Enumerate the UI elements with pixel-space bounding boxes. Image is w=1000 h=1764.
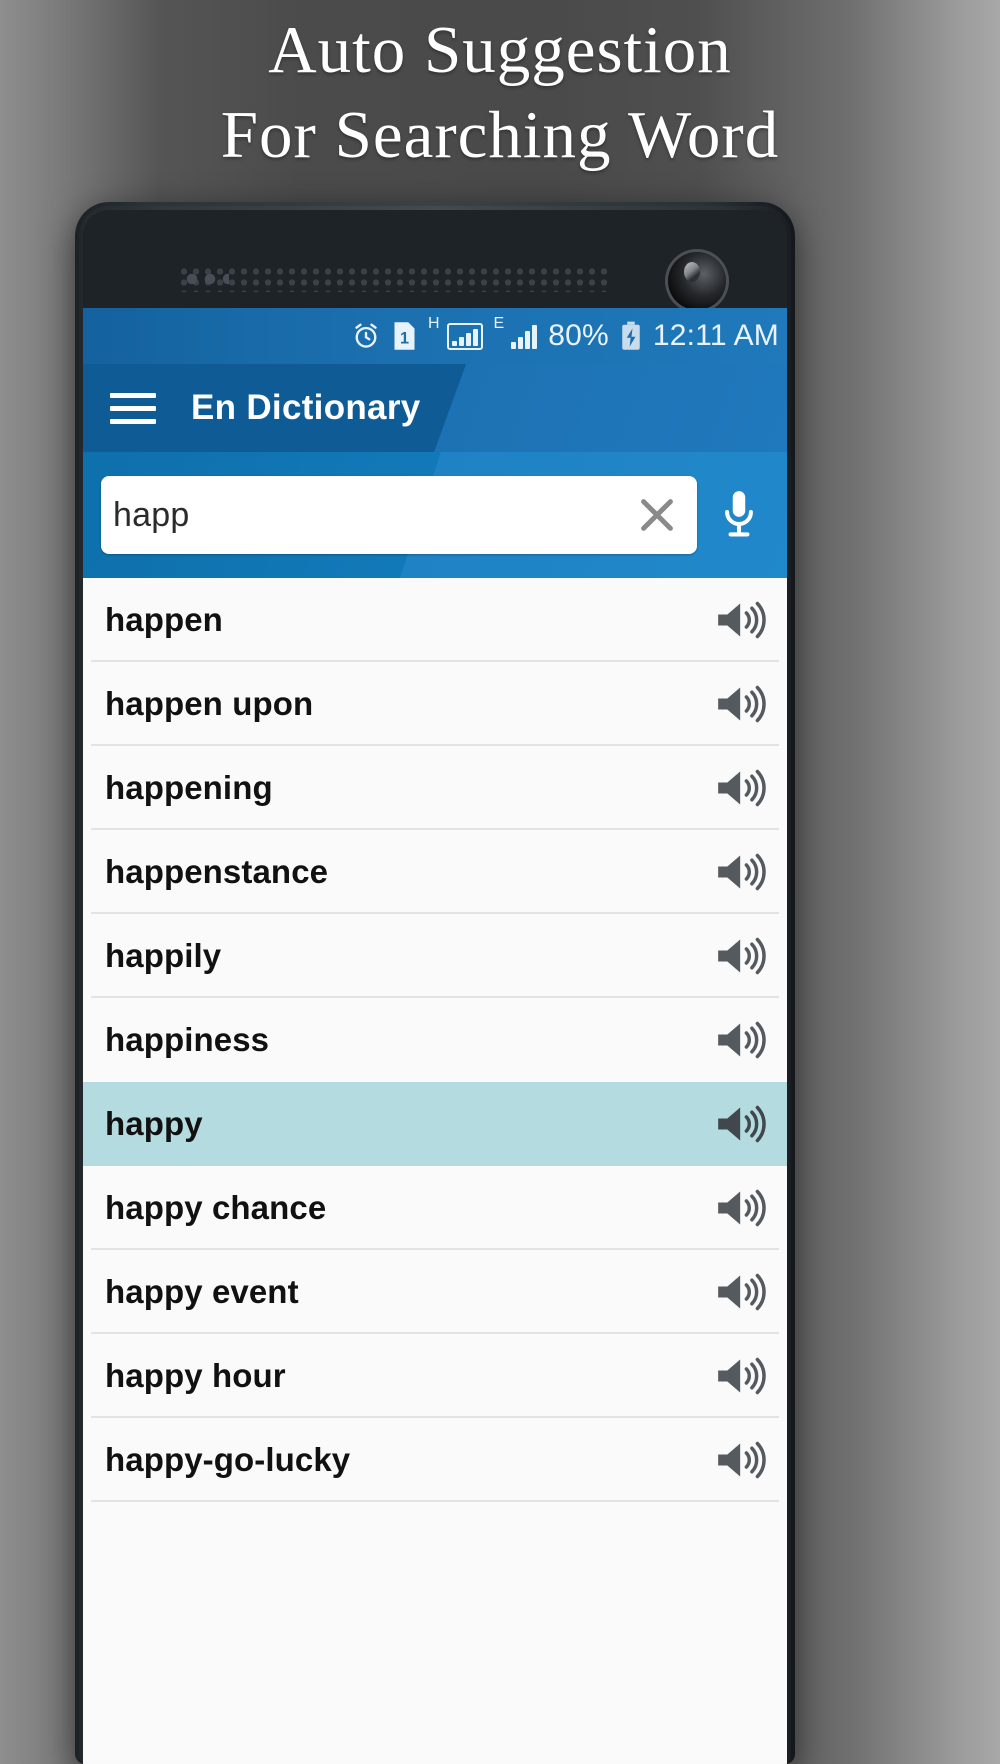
list-item[interactable]: happen [83, 578, 787, 662]
list-item[interactable]: happenstance [83, 830, 787, 914]
network-type-h-label: H [427, 315, 440, 332]
battery-percent-label: 80% [548, 319, 609, 352]
status-bar: 1 H E 80% 12:11 AM [83, 308, 787, 364]
battery-charging-icon [620, 321, 642, 351]
suggestion-list: happen happen upon happening happenstanc… [83, 578, 787, 1502]
suggestion-label: happy [105, 1105, 203, 1142]
volume-speaker-icon[interactable] [711, 681, 773, 727]
suggestion-label: happen [105, 601, 223, 638]
volume-speaker-icon[interactable] [711, 849, 773, 895]
suggestion-label: happy hour [105, 1357, 286, 1394]
signal-bars-icon [511, 323, 538, 349]
list-item-selected[interactable]: happy [83, 1082, 787, 1166]
suggestion-label: happiness [105, 1021, 270, 1058]
list-item[interactable]: happen upon [83, 662, 787, 746]
front-camera [668, 252, 726, 310]
suggestion-label: happily [105, 937, 222, 974]
volume-speaker-icon[interactable] [711, 933, 773, 979]
network-type-e-label: E [493, 315, 505, 332]
volume-speaker-icon[interactable] [711, 1017, 773, 1063]
phone-screen: 1 H E 80% 12:11 AM En Dictionary happ ha… [83, 308, 787, 1764]
app-title: En Dictionary [191, 388, 421, 427]
list-item[interactable]: happy hour [83, 1334, 787, 1418]
volume-speaker-icon[interactable] [711, 1437, 773, 1483]
list-item[interactable]: happiness [83, 998, 787, 1082]
volume-speaker-icon[interactable] [711, 1269, 773, 1315]
list-item[interactable]: happy chance [83, 1166, 787, 1250]
phone-device-mockup: 1 H E 80% 12:11 AM En Dictionary happ ha… [75, 202, 795, 1764]
volume-speaker-icon[interactable] [711, 765, 773, 811]
list-item[interactable]: happy-go-lucky [83, 1418, 787, 1502]
phone-top-bezel [83, 210, 787, 310]
suggestion-label: happening [105, 769, 273, 806]
suggestion-label: happy-go-lucky [105, 1441, 351, 1478]
sim-card-1-icon: 1 [392, 321, 417, 351]
volume-speaker-icon[interactable] [711, 1185, 773, 1231]
list-divider [91, 1500, 779, 1502]
volume-speaker-icon[interactable] [711, 1353, 773, 1399]
suggestion-label: happen upon [105, 685, 314, 722]
search-input-value: happ [113, 495, 190, 534]
earpiece-grille [178, 266, 608, 292]
microphone-icon[interactable] [697, 486, 781, 544]
promo-headline: Auto Suggestion For Searching Word [220, 13, 780, 172]
volume-speaker-icon[interactable] [711, 597, 773, 643]
suggestion-label: happy chance [105, 1189, 327, 1226]
signal-bars-boxed-icon [446, 322, 483, 350]
svg-text:1: 1 [400, 330, 409, 348]
list-item[interactable]: happy event [83, 1250, 787, 1334]
volume-speaker-icon[interactable] [711, 1101, 773, 1147]
search-bar-container: happ [83, 452, 787, 578]
alarm-clock-icon [351, 321, 381, 351]
close-x-icon[interactable] [631, 489, 683, 541]
suggestion-label: happenstance [105, 853, 329, 890]
sensor-dots [183, 272, 229, 286]
list-item[interactable]: happily [83, 914, 787, 998]
hamburger-menu-icon[interactable] [105, 380, 161, 436]
suggestion-label: happy event [105, 1273, 299, 1310]
search-input[interactable]: happ [101, 476, 697, 554]
app-bar: En Dictionary [83, 364, 787, 452]
list-item[interactable]: happening [83, 746, 787, 830]
clock-label: 12:11 AM [652, 319, 779, 352]
